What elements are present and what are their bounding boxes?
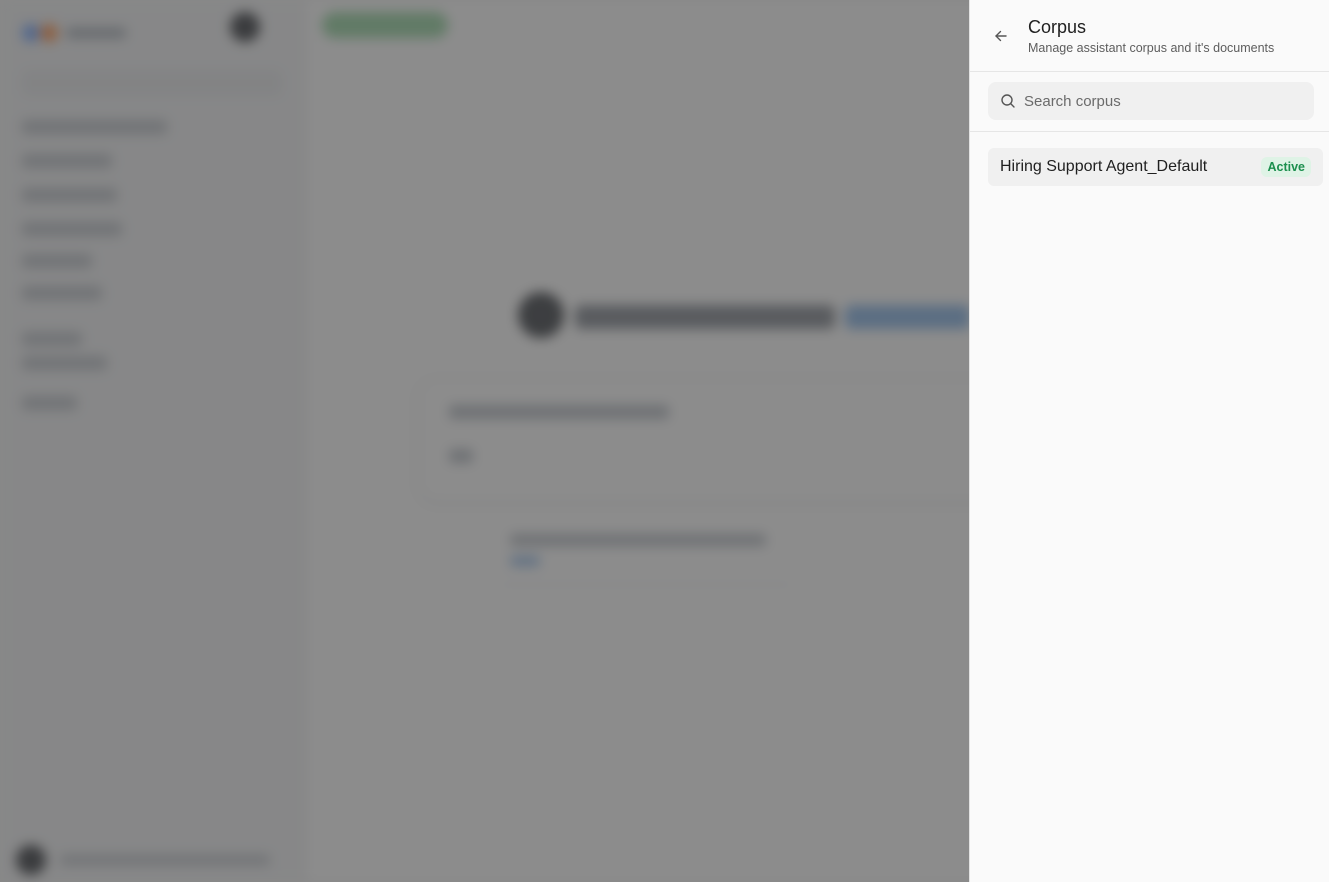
search-icon	[1001, 94, 1015, 108]
status-badge: Active	[1261, 157, 1311, 177]
corpus-list-item[interactable]: Hiring Support Agent_Default Active	[988, 148, 1323, 186]
corpus-panel: Corpus Manage assistant corpus and it's …	[969, 0, 1329, 882]
panel-title: Corpus	[1028, 17, 1087, 37]
arrow-left-icon	[995, 30, 1007, 42]
panel-header: Corpus Manage assistant corpus and it's …	[970, 0, 1329, 72]
corpus-list: Hiring Support Agent_Default Active	[988, 148, 1323, 186]
search-input[interactable]	[1024, 82, 1304, 120]
search-box[interactable]	[988, 82, 1314, 120]
back-button[interactable]	[988, 23, 1014, 49]
search-section	[970, 72, 1329, 132]
corpus-name: Hiring Support Agent_Default	[1000, 158, 1208, 175]
panel-subtitle: Manage assistant corpus and it's documen…	[1028, 41, 1275, 55]
